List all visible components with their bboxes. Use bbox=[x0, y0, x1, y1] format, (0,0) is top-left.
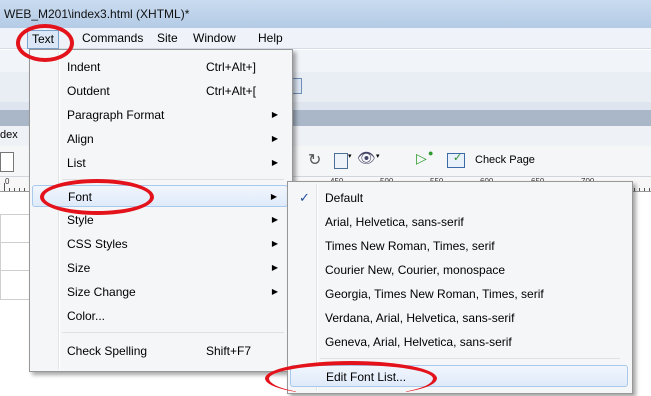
menu-item-paragraph-format[interactable]: Paragraph Format ▶ bbox=[32, 104, 288, 126]
annotation-ring-font-item bbox=[40, 179, 154, 215]
table-divider bbox=[0, 242, 30, 243]
ruler-tick bbox=[649, 188, 650, 191]
refresh-icon[interactable]: ↻ bbox=[308, 150, 321, 170]
menu-item-label: Paragraph Format bbox=[67, 108, 165, 122]
chevron-down-icon: ▾ bbox=[348, 153, 352, 160]
check-icon: ✓ bbox=[299, 190, 310, 205]
ruler-tick bbox=[644, 188, 645, 191]
menu-window[interactable]: Window bbox=[193, 31, 236, 45]
menu-item-label: Color... bbox=[67, 309, 106, 323]
menu-commands[interactable]: Commands bbox=[82, 31, 143, 45]
menu-item-label: Indent bbox=[67, 60, 101, 74]
window-title-bar: WEB_M201\index3.html (XHTML)* bbox=[0, 0, 651, 28]
menu-item-shortcut: Ctrl+Alt+[ bbox=[206, 84, 257, 98]
ruler-tick bbox=[634, 188, 635, 191]
view-options-icon[interactable] bbox=[334, 153, 348, 169]
annotation-ring-text-menu bbox=[16, 24, 74, 62]
annotation-ring-edit-font-list bbox=[265, 361, 437, 396]
menu-item-label: Verdana, Arial, Helvetica, sans-serif bbox=[325, 311, 515, 325]
table-divider bbox=[0, 270, 30, 271]
menu-item-label: Times New Roman, Times, serif bbox=[325, 239, 495, 253]
ruler-tick bbox=[19, 188, 20, 191]
menu-item-indent[interactable]: Indent Ctrl+Alt+] bbox=[32, 56, 288, 78]
menu-item-shortcut: Shift+F7 bbox=[206, 344, 252, 358]
submenu-arrow-icon: ▶ bbox=[271, 263, 278, 272]
check-icon: ✓ bbox=[453, 152, 463, 164]
menu-item-size[interactable]: Size ▶ bbox=[32, 257, 288, 279]
visual-aids-icon[interactable]: 👁 bbox=[357, 149, 376, 167]
submenu-arrow-icon: ▶ bbox=[271, 134, 278, 143]
ruler-tick bbox=[14, 188, 15, 191]
font-item-verdana[interactable]: Verdana, Arial, Helvetica, sans-serif bbox=[290, 307, 628, 329]
check-page-icon[interactable]: ✓ bbox=[447, 152, 465, 168]
font-item-times[interactable]: Times New Roman, Times, serif bbox=[290, 235, 628, 257]
font-item-default[interactable]: ✓ Default bbox=[290, 187, 628, 209]
menu-item-shortcut: Ctrl+Alt+] bbox=[206, 60, 257, 74]
submenu-arrow-icon: ▶ bbox=[271, 158, 278, 167]
chevron-down-icon: ▾ bbox=[376, 153, 380, 160]
menu-item-label: Arial, Helvetica, sans-serif bbox=[325, 215, 464, 229]
menu-separator bbox=[62, 332, 284, 333]
ruler-tick bbox=[9, 188, 10, 191]
font-item-arial[interactable]: Arial, Helvetica, sans-serif bbox=[290, 211, 628, 233]
menu-item-label: Default bbox=[325, 191, 364, 205]
ruler-tick bbox=[4, 183, 5, 191]
preview-globe-icon: ● bbox=[428, 148, 434, 158]
menu-item-css-styles[interactable]: CSS Styles ▶ bbox=[32, 233, 288, 255]
menu-item-check-spelling[interactable]: Check Spelling Shift+F7 bbox=[32, 340, 288, 362]
menu-help[interactable]: Help bbox=[258, 31, 283, 45]
document-table[interactable] bbox=[0, 214, 32, 300]
menu-item-label: CSS Styles bbox=[67, 237, 128, 251]
menu-item-label: Align bbox=[67, 132, 94, 146]
menu-item-label: List bbox=[67, 156, 86, 170]
submenu-arrow-icon: ▶ bbox=[271, 215, 278, 224]
ruler-tick bbox=[639, 188, 640, 191]
menu-item-color[interactable]: Color... bbox=[32, 305, 288, 327]
menu-site[interactable]: Site bbox=[157, 31, 178, 45]
menu-separator bbox=[320, 358, 620, 359]
code-view-button[interactable] bbox=[0, 152, 14, 172]
menu-item-align[interactable]: Align ▶ bbox=[32, 128, 288, 150]
document-tab-label[interactable]: dex bbox=[0, 129, 18, 141]
menu-item-outdent[interactable]: Outdent Ctrl+Alt+[ bbox=[32, 80, 288, 102]
preview-icon[interactable]: ▷ bbox=[416, 150, 427, 167]
ruler-tick bbox=[24, 188, 25, 191]
menu-item-label: Outdent bbox=[67, 84, 110, 98]
window-title: WEB_M201\index3.html (XHTML)* bbox=[4, 7, 190, 21]
submenu-arrow-icon: ▶ bbox=[271, 110, 278, 119]
check-page-label[interactable]: Check Page bbox=[475, 154, 535, 166]
menu-item-label: Size Change bbox=[67, 285, 136, 299]
submenu-arrow-icon: ▶ bbox=[270, 192, 277, 201]
menu-item-label: Courier New, Courier, monospace bbox=[325, 263, 506, 277]
menu-item-label: Georgia, Times New Roman, Times, serif bbox=[325, 287, 544, 301]
ruler-label: 0 bbox=[5, 177, 10, 186]
menu-item-label: Size bbox=[67, 261, 91, 275]
menu-item-size-change[interactable]: Size Change ▶ bbox=[32, 281, 288, 303]
submenu-arrow-icon: ▶ bbox=[271, 239, 278, 248]
submenu-arrow-icon: ▶ bbox=[271, 287, 278, 296]
font-item-georgia[interactable]: Georgia, Times New Roman, Times, serif bbox=[290, 283, 628, 305]
menu-item-label: Geneva, Arial, Helvetica, sans-serif bbox=[325, 335, 512, 349]
font-item-geneva[interactable]: Geneva, Arial, Helvetica, sans-serif bbox=[290, 331, 628, 353]
menu-item-label: Check Spelling bbox=[67, 344, 148, 358]
menu-item-list[interactable]: List ▶ bbox=[32, 152, 288, 174]
font-item-courier[interactable]: Courier New, Courier, monospace bbox=[290, 259, 628, 281]
